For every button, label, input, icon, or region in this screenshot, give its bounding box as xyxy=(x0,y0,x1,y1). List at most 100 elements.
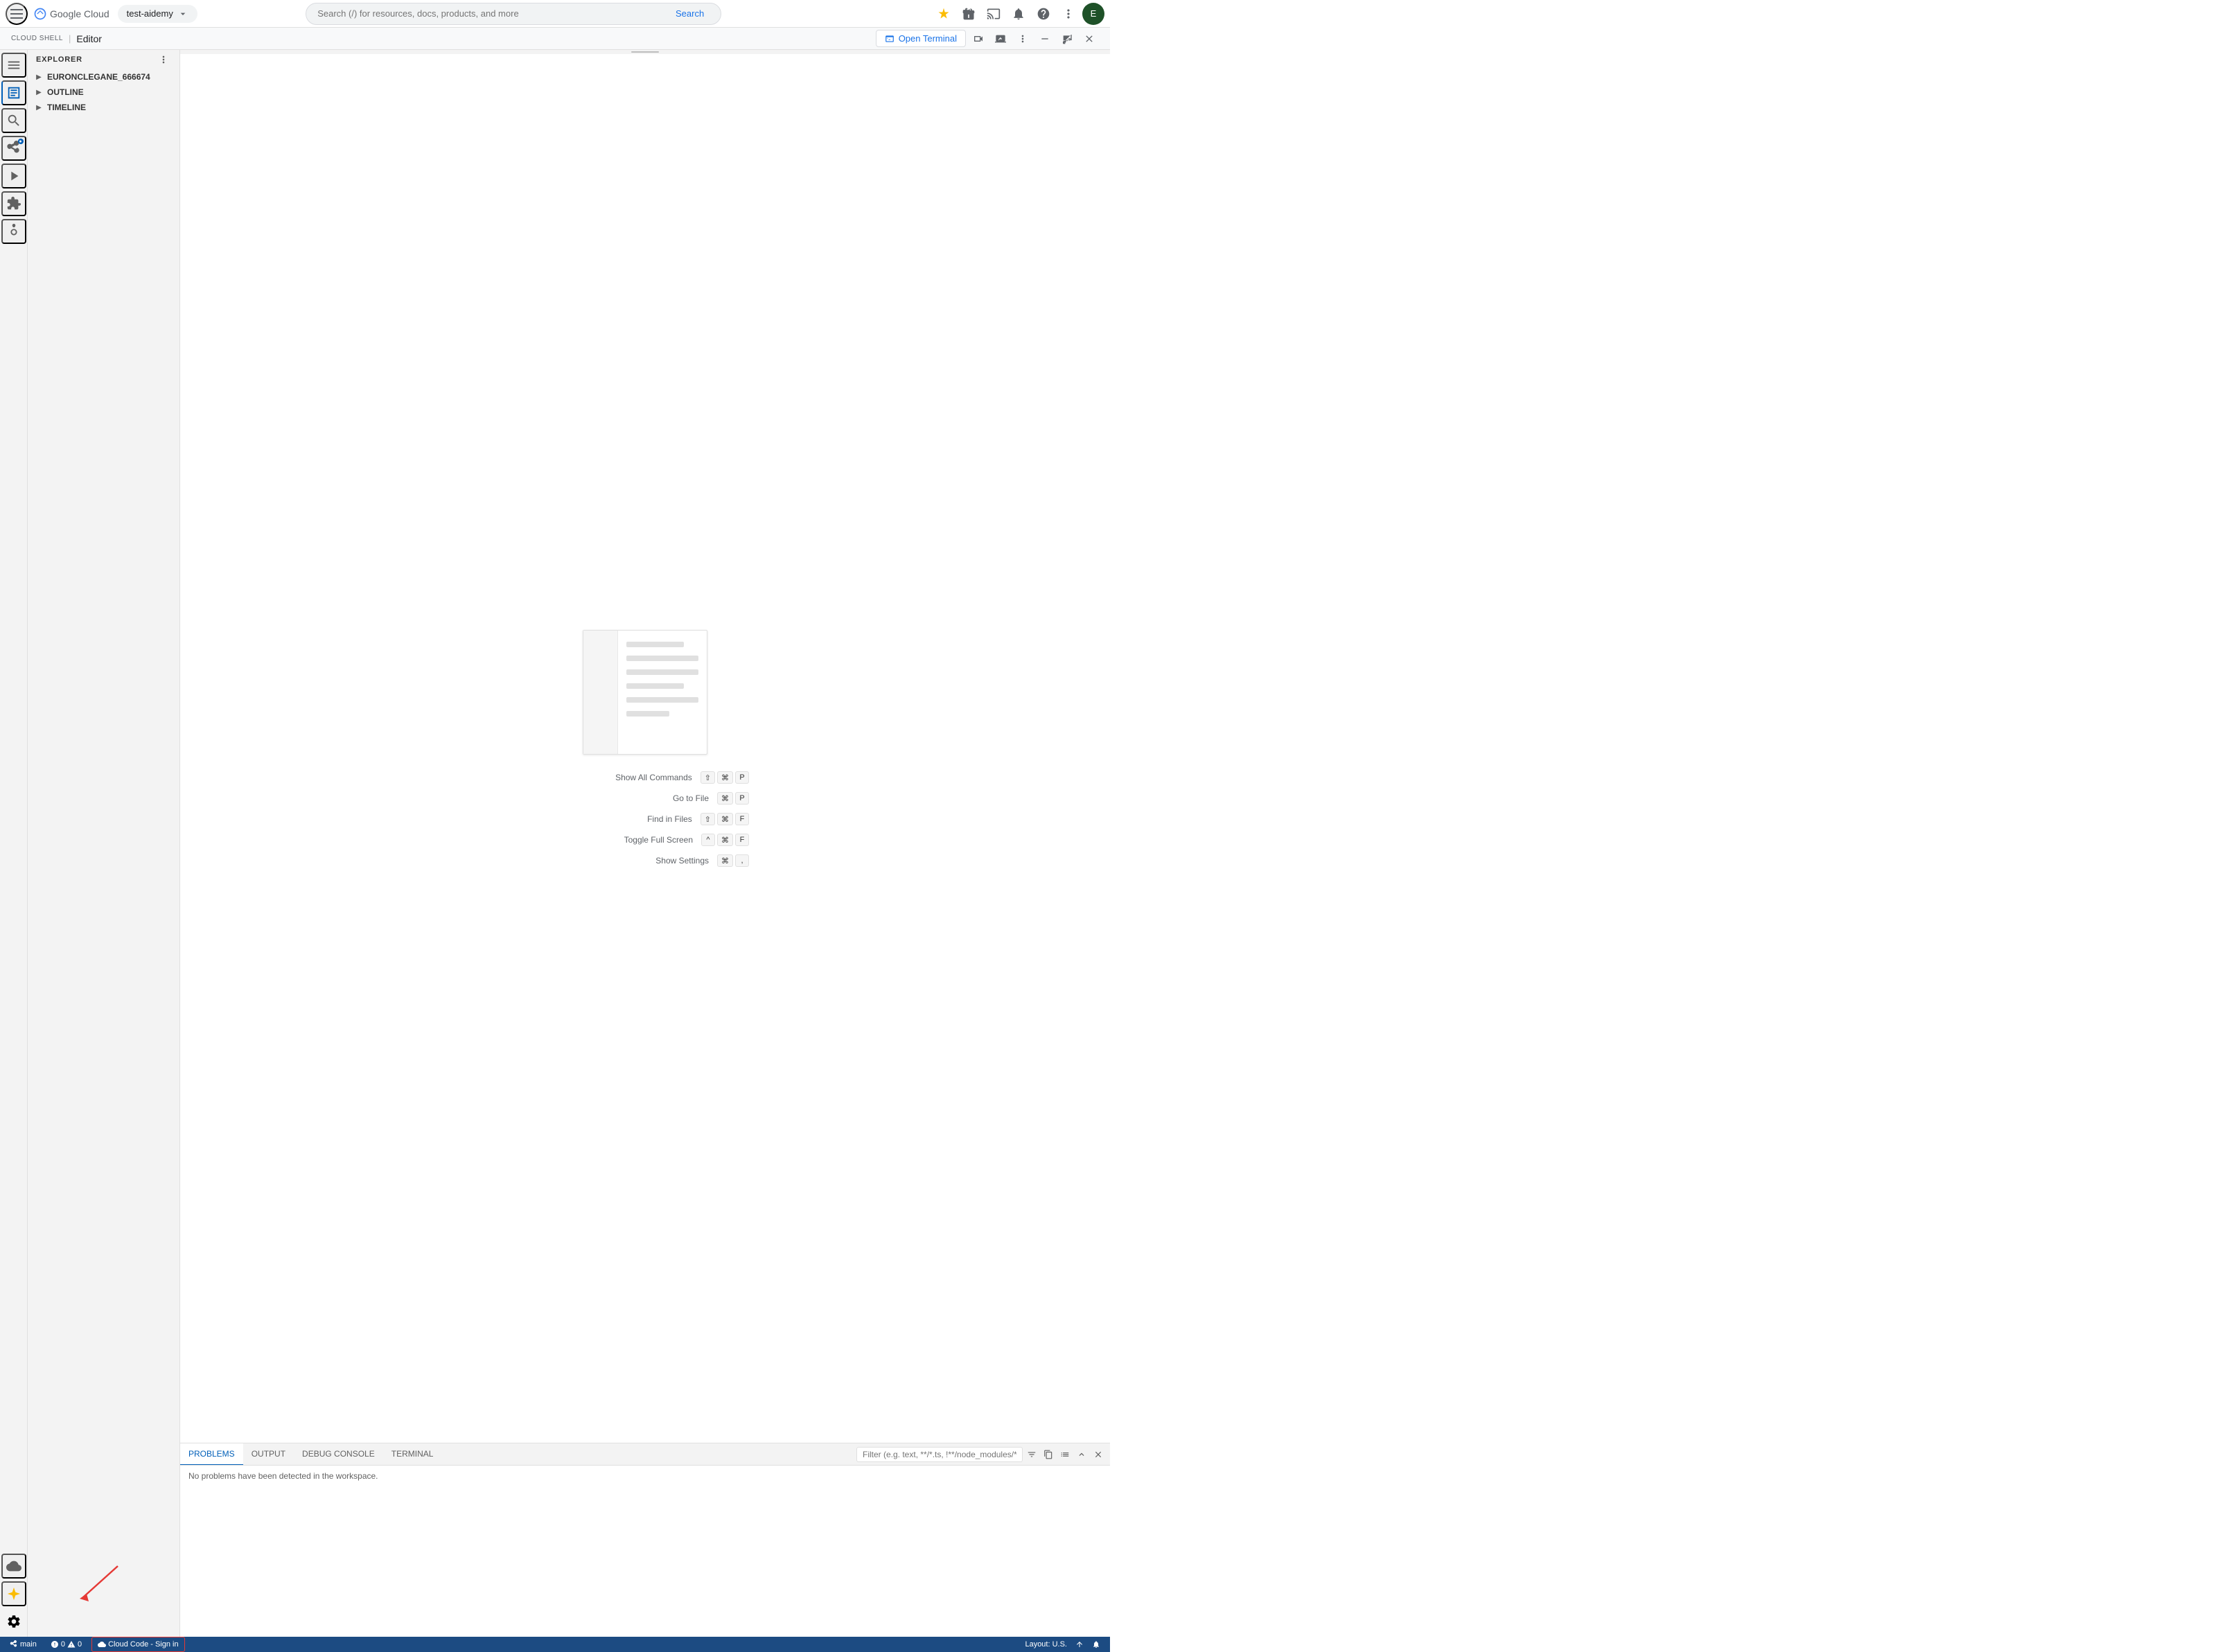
search-bar[interactable]: Search xyxy=(306,3,721,25)
doc-line-2 xyxy=(626,656,698,661)
project-selector[interactable]: test-aidemy xyxy=(118,5,197,23)
tree-item-label-timeline: TIMELINE xyxy=(47,103,86,112)
filter-input[interactable] xyxy=(863,1450,1016,1459)
activity-bar: ● xyxy=(0,50,28,1637)
search-button[interactable]: Search xyxy=(670,8,710,19)
open-terminal-button[interactable]: Open Terminal xyxy=(876,30,966,47)
cloud-code-icon xyxy=(98,1640,106,1649)
doc-line-4 xyxy=(626,683,684,689)
shortcut-label-go-to-file: Go to File xyxy=(541,793,709,803)
tab-problems[interactable]: PROBLEMS xyxy=(180,1443,243,1465)
status-layout[interactable]: Layout: U.S. xyxy=(1021,1640,1071,1649)
shortcut-show-settings: Show Settings ⌘ , xyxy=(541,854,749,867)
copy-icon-button[interactable] xyxy=(1041,1447,1056,1462)
settings-button[interactable] xyxy=(1,1609,26,1634)
shortcut-keys-find: ⇧ ⌘ F xyxy=(701,813,749,825)
editor-area: Show All Commands ⇧ ⌘ P Go to File ⌘ P xyxy=(180,50,1110,1637)
cloud-code-label: Cloud Code - Sign in xyxy=(108,1640,179,1649)
tab-debug-console[interactable]: DEBUG CONSOLE xyxy=(294,1443,383,1465)
panel: PROBLEMS OUTPUT DEBUG CONSOLE TERMINAL xyxy=(180,1443,1110,1637)
tree-item-timeline[interactable]: ▶ TIMELINE xyxy=(28,100,179,115)
logo-text: Google Cloud xyxy=(50,8,109,19)
editor-main: Show All Commands ⇧ ⌘ P Go to File ⌘ P xyxy=(180,54,1110,1443)
activity-extensions-button[interactable] xyxy=(1,191,26,216)
google-cloud-logo[interactable]: Google Cloud xyxy=(33,7,109,21)
tab-terminal[interactable]: TERMINAL xyxy=(383,1443,442,1465)
activity-search-button[interactable] xyxy=(1,108,26,133)
avatar-initial: E xyxy=(1091,8,1097,19)
gift-button[interactable] xyxy=(958,3,980,25)
key-p-2: P xyxy=(735,792,749,805)
status-right: Layout: U.S. xyxy=(1021,1640,1104,1649)
cloud-shell-label: CLOUD SHELL xyxy=(11,35,63,42)
status-cloud-code[interactable]: Cloud Code - Sign in xyxy=(91,1637,185,1652)
help-button[interactable] xyxy=(1032,3,1055,25)
tree-item-label-root: EURONCLEGANE_666674 xyxy=(47,72,150,82)
activity-run-button[interactable] xyxy=(1,164,26,188)
filter-input-area[interactable] xyxy=(856,1447,1023,1462)
panel-tabs-right xyxy=(856,1447,1110,1462)
key-p: P xyxy=(735,771,749,784)
editor-title: Editor xyxy=(76,33,102,44)
project-name: test-aidemy xyxy=(127,8,173,19)
tab-output[interactable]: OUTPUT xyxy=(243,1443,294,1465)
activity-explorer-button[interactable] xyxy=(1,80,26,105)
hamburger-menu-button[interactable] xyxy=(6,3,28,25)
search-input[interactable] xyxy=(317,8,670,19)
shortcut-label-show-all: Show All Commands xyxy=(541,773,692,782)
status-bell-icon[interactable] xyxy=(1088,1640,1104,1649)
close-panel-button[interactable] xyxy=(1091,1447,1106,1462)
tab-debug-label: DEBUG CONSOLE xyxy=(302,1449,375,1459)
key-ctrl: ^ xyxy=(701,834,715,846)
status-errors[interactable]: 0 0 xyxy=(46,1637,86,1652)
chevron-right-icon: ▶ xyxy=(33,71,44,82)
key-cmd-fs: ⌘ xyxy=(717,834,733,846)
key-cmd-s: ⌘ xyxy=(717,854,733,867)
open-terminal-label: Open Terminal xyxy=(899,33,957,44)
activity-test-button[interactable] xyxy=(1,219,26,244)
status-branch[interactable]: main xyxy=(6,1637,41,1652)
user-avatar-button[interactable]: E xyxy=(1082,3,1104,25)
key-shift-f: ⇧ xyxy=(701,813,715,825)
shortcut-show-all-commands: Show All Commands ⇧ ⌘ P xyxy=(541,771,749,784)
doc-line-3 xyxy=(626,669,698,675)
shortcut-keys-show-all: ⇧ ⌘ P xyxy=(701,771,749,784)
sidebar-header: EXPLORER xyxy=(28,50,179,69)
activity-menu-button[interactable] xyxy=(1,53,26,78)
shortcuts-section: Show All Commands ⇧ ⌘ P Go to File ⌘ P xyxy=(541,771,749,867)
collapse-panel-button[interactable] xyxy=(1074,1447,1089,1462)
doc-line-5 xyxy=(626,697,698,703)
activity-source-control-button[interactable]: ● xyxy=(1,136,26,161)
key-f: F xyxy=(735,813,749,825)
key-cmd-f: ⌘ xyxy=(717,813,733,825)
warning-count: 0 xyxy=(78,1640,82,1649)
list-icon-button[interactable] xyxy=(1057,1447,1073,1462)
filter-icon-button[interactable] xyxy=(1024,1447,1039,1462)
sidebar: EXPLORER ▶ EURONCLEGANE_666674 ▶ OUTLINE… xyxy=(28,50,180,1637)
error-icon xyxy=(51,1640,59,1649)
tree-item-label-outline: OUTLINE xyxy=(47,87,84,97)
more-options-button[interactable] xyxy=(1057,3,1080,25)
tree-item-root[interactable]: ▶ EURONCLEGANE_666674 xyxy=(28,69,179,85)
activity-cloud-button[interactable] xyxy=(1,1554,26,1579)
status-notifications-icon[interactable] xyxy=(1071,1640,1088,1649)
editor-subheader: CLOUD SHELL | Editor Open Terminal xyxy=(0,28,1110,50)
notifications-button[interactable] xyxy=(1007,3,1030,25)
sidebar-more-button[interactable] xyxy=(156,52,171,67)
cast-button[interactable] xyxy=(983,3,1005,25)
editor-more-button[interactable] xyxy=(1013,29,1032,49)
shortcut-find-in-files: Find in Files ⇧ ⌘ F xyxy=(541,813,749,825)
shortcut-keys-go-to-file: ⌘ P xyxy=(717,792,749,805)
doc-line-1 xyxy=(626,642,684,647)
maximize-button[interactable] xyxy=(1057,29,1077,49)
tree-item-outline[interactable]: ▶ OUTLINE xyxy=(28,85,179,100)
minimize-button[interactable] xyxy=(1035,29,1055,49)
tab-problems-label: PROBLEMS xyxy=(188,1449,235,1459)
webcam-button[interactable] xyxy=(969,29,988,49)
close-editor-button[interactable] xyxy=(1080,29,1099,49)
top-header: Google Cloud test-aidemy Search E xyxy=(0,0,1110,28)
gemini-button[interactable] xyxy=(933,3,955,25)
activity-gemini-button[interactable] xyxy=(1,1581,26,1606)
screen-share-button[interactable] xyxy=(991,29,1010,49)
panel-tabs: PROBLEMS OUTPUT DEBUG CONSOLE TERMINAL xyxy=(180,1443,1110,1466)
